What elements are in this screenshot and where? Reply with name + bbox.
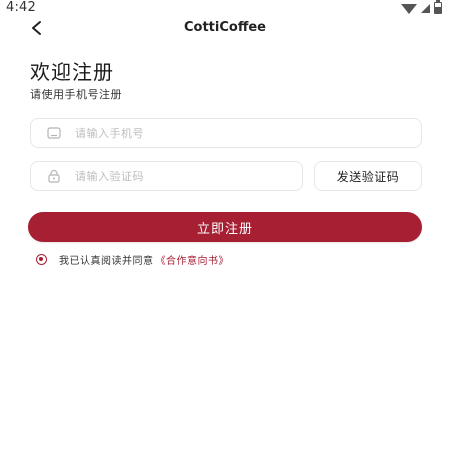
register-button[interactable]: 立即注册 [28, 212, 422, 242]
battery-icon [434, 0, 442, 14]
lock-icon [47, 169, 61, 183]
status-bar: 4:42 [0, 0, 450, 18]
signal-icon [421, 3, 430, 13]
page-subtitle: 请使用手机号注册 [30, 88, 122, 101]
wifi-icon [401, 3, 417, 14]
phone-icon [47, 126, 61, 140]
status-icons [401, 0, 442, 14]
phone-input[interactable] [73, 125, 389, 141]
phone-field[interactable] [30, 118, 422, 148]
header: CottiCoffee [0, 18, 450, 40]
status-time: 4:42 [6, 0, 36, 15]
header-title: CottiCoffee [184, 20, 266, 35]
code-input[interactable] [73, 168, 294, 184]
agreement-link[interactable]: 《合作意向书》 [156, 252, 230, 267]
code-field[interactable] [30, 161, 303, 191]
agreement-text: 我已认真阅读并同意 [59, 256, 154, 267]
agree-checkbox[interactable] [36, 254, 47, 265]
page-title: 欢迎注册 [30, 60, 114, 84]
agreement: 我已认真阅读并同意 《合作意向书》 [36, 252, 229, 267]
send-code-button[interactable]: 发送验证码 [314, 161, 422, 191]
